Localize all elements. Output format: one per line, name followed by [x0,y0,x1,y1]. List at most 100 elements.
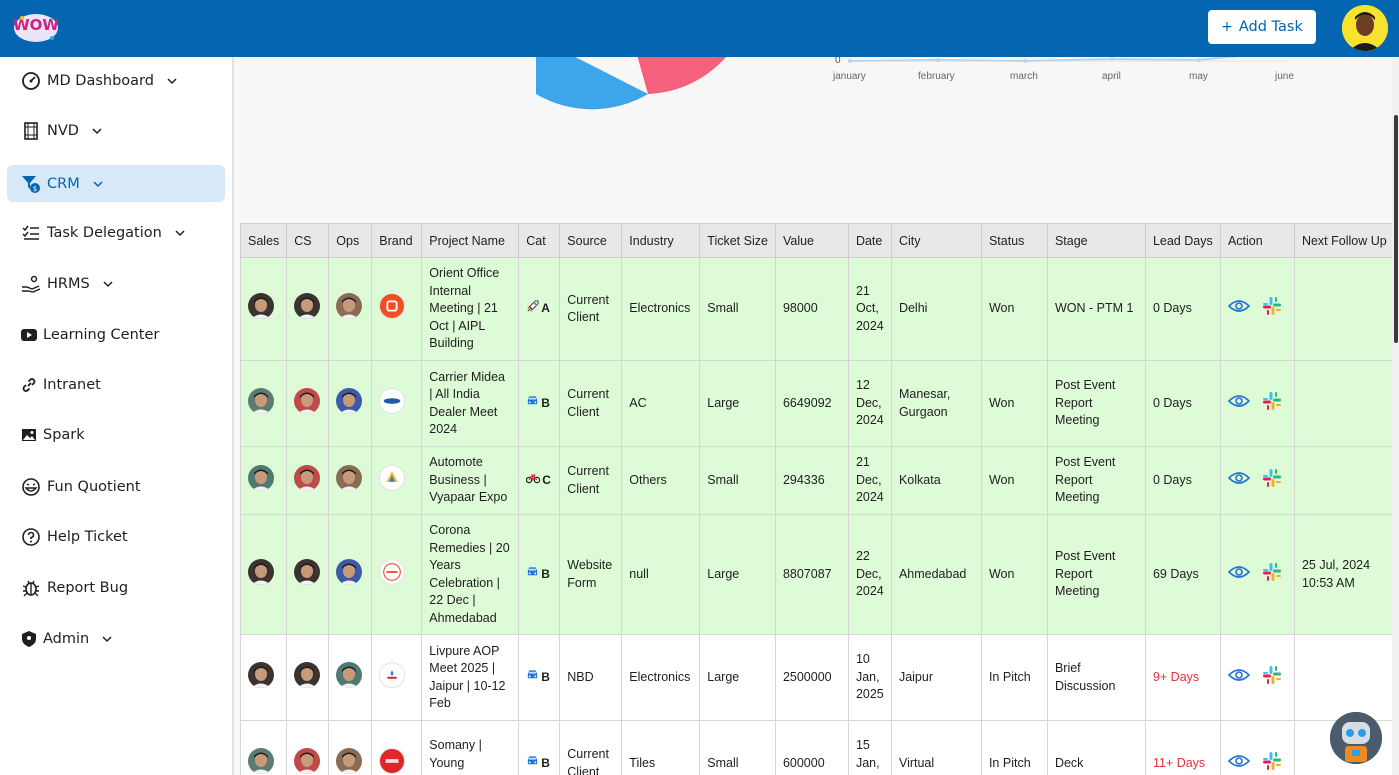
slack-icon[interactable] [1262,468,1282,494]
ops-person-avatar[interactable] [336,464,363,491]
col-ops[interactable]: Ops [328,223,373,258]
ticket-size-cell: Large [699,360,776,447]
slack-icon[interactable] [1262,665,1282,691]
industry-cell: null [621,514,701,635]
project-name-cell[interactable]: Somany | Young Entrepreneurs [421,720,520,775]
sales-person-avatar[interactable] [248,558,274,585]
sidebar-item-intranet[interactable]: Intranet [7,366,225,403]
sidebar-item-crm[interactable]: $ CRM [7,165,225,202]
project-name-cell[interactable]: Livpure AOP Meet 2025 | Jaipur | 10-12 F… [421,634,520,721]
ops-person-avatar[interactable] [336,747,363,774]
table-row[interactable]: Corona Remedies | 20 Years Celebration |… [239,514,1395,635]
col-next-follow-up[interactable]: Next Follow Up [1293,223,1395,258]
sidebar-item-label: Spark [43,426,85,443]
col-city[interactable]: City [890,223,982,258]
sidebar-item-fun-quotient[interactable]: Fun Quotient [7,468,225,505]
col-industry[interactable]: Industry [621,223,701,258]
col-status[interactable]: Status [980,223,1048,258]
brand-cell [371,446,423,515]
action-cell [1219,514,1295,635]
cs-person-avatar[interactable] [294,661,321,688]
col-cat[interactable]: Cat [518,223,561,258]
slack-icon[interactable] [1262,751,1282,775]
slack-icon[interactable] [1262,391,1282,417]
cs-person-avatar[interactable] [294,464,321,491]
col-sales[interactable]: Sales [239,223,288,258]
value-cell: 8807087 [774,514,849,635]
sales-person-avatar[interactable] [248,387,274,414]
col-project-name[interactable]: Project Name [421,223,520,258]
ops-cell [328,514,373,635]
youtube-icon [21,325,37,345]
sales-person-avatar[interactable] [248,661,274,688]
sidebar-item-admin[interactable]: Admin [7,620,225,657]
project-name-cell[interactable]: Corona Remedies | 20 Years Celebration |… [421,514,520,635]
col-date[interactable]: Date [847,223,892,258]
sidebar-item-help-ticket[interactable]: Help Ticket [7,518,225,555]
car-icon [526,754,539,773]
table-row[interactable]: Livpure AOP Meet 2025 | Jaipur | 10-12 F… [239,634,1395,721]
sidebar-item-nvd[interactable]: NVD [7,112,225,149]
col-action[interactable]: Action [1219,223,1295,258]
sidebar-item-spark[interactable]: Spark [7,416,225,453]
city-cell: Jaipur [890,634,982,721]
project-name-cell[interactable]: Orient Office Internal Meeting | 21 Oct … [421,257,520,361]
sidebar-item-task-delegation[interactable]: Task Delegation [7,214,225,251]
project-name-cell[interactable]: Carrier Midea | All India Dealer Meet 20… [421,360,520,447]
cs-cell [286,634,330,721]
col-cs[interactable]: CS [286,223,330,258]
ops-person-avatar[interactable] [336,661,363,688]
ops-person-avatar[interactable] [336,558,363,585]
col-stage[interactable]: Stage [1046,223,1146,258]
sidebar-item-md-dashboard[interactable]: MD Dashboard [7,62,225,99]
add-task-button[interactable]: + Add Task [1208,10,1316,44]
project-name-cell[interactable]: Automote Business | Vyapaar Expo [421,446,520,515]
ops-person-avatar[interactable] [336,293,363,320]
view-eye-icon[interactable] [1227,668,1251,688]
sales-person-avatar[interactable] [248,293,274,320]
user-avatar[interactable] [1342,5,1388,51]
bug-icon [21,578,41,598]
svg-text:WOW: WOW [13,16,59,34]
view-eye-icon[interactable] [1227,471,1251,491]
table-row[interactable]: Carrier Midea | All India Dealer Meet 20… [239,360,1395,447]
view-eye-icon[interactable] [1227,565,1251,585]
action-cell [1219,446,1295,515]
slack-icon[interactable] [1262,562,1282,588]
view-eye-icon[interactable] [1227,299,1251,319]
industry-cell: AC [621,360,701,447]
sidebar-item-report-bug[interactable]: Report Bug [7,569,225,606]
col-source[interactable]: Source [559,223,623,258]
chatbot-robot-icon[interactable] [1330,712,1382,764]
cat-value: C [542,472,551,487]
cs-person-avatar[interactable] [294,558,321,585]
source-cell: Current Client [559,257,623,361]
col-lead-days[interactable]: Lead Days [1144,223,1221,258]
question-circle-icon [21,527,41,547]
sales-person-avatar[interactable] [248,464,274,491]
table-row[interactable]: Somany | Young Entrepreneurs B Current Cli… [239,720,1395,775]
ticket-size-cell: Small [699,446,776,515]
hand-user-icon [21,274,41,294]
col-ticket-size[interactable]: Ticket Size [699,223,776,258]
sidebar-item-hrms[interactable]: HRMS [7,265,225,302]
view-eye-icon[interactable] [1227,754,1251,774]
col-brand[interactable]: Brand [371,223,423,258]
cs-person-avatar[interactable] [294,293,321,320]
cat-value: A [541,301,550,316]
table-row[interactable]: Orient Office Internal Meeting | 21 Oct … [239,257,1395,361]
sales-person-avatar[interactable] [248,747,274,774]
col-value[interactable]: Value [774,223,849,258]
rocket-icon [526,300,539,319]
sidebar-item-learning-center[interactable]: Learning Center [7,316,225,353]
view-eye-icon[interactable] [1227,394,1251,414]
cs-cell [286,257,330,361]
slack-icon[interactable] [1262,296,1282,322]
scrollbar-thumb[interactable] [1394,115,1398,343]
table-row[interactable]: Automote Business | Vyapaar Expo C Current… [239,446,1395,515]
cs-person-avatar[interactable] [294,747,321,774]
cs-person-avatar[interactable] [294,387,321,414]
sidebar-item-label: Fun Quotient [47,478,141,495]
ops-person-avatar[interactable] [336,387,363,414]
wow-logo[interactable]: WOW [12,10,60,46]
